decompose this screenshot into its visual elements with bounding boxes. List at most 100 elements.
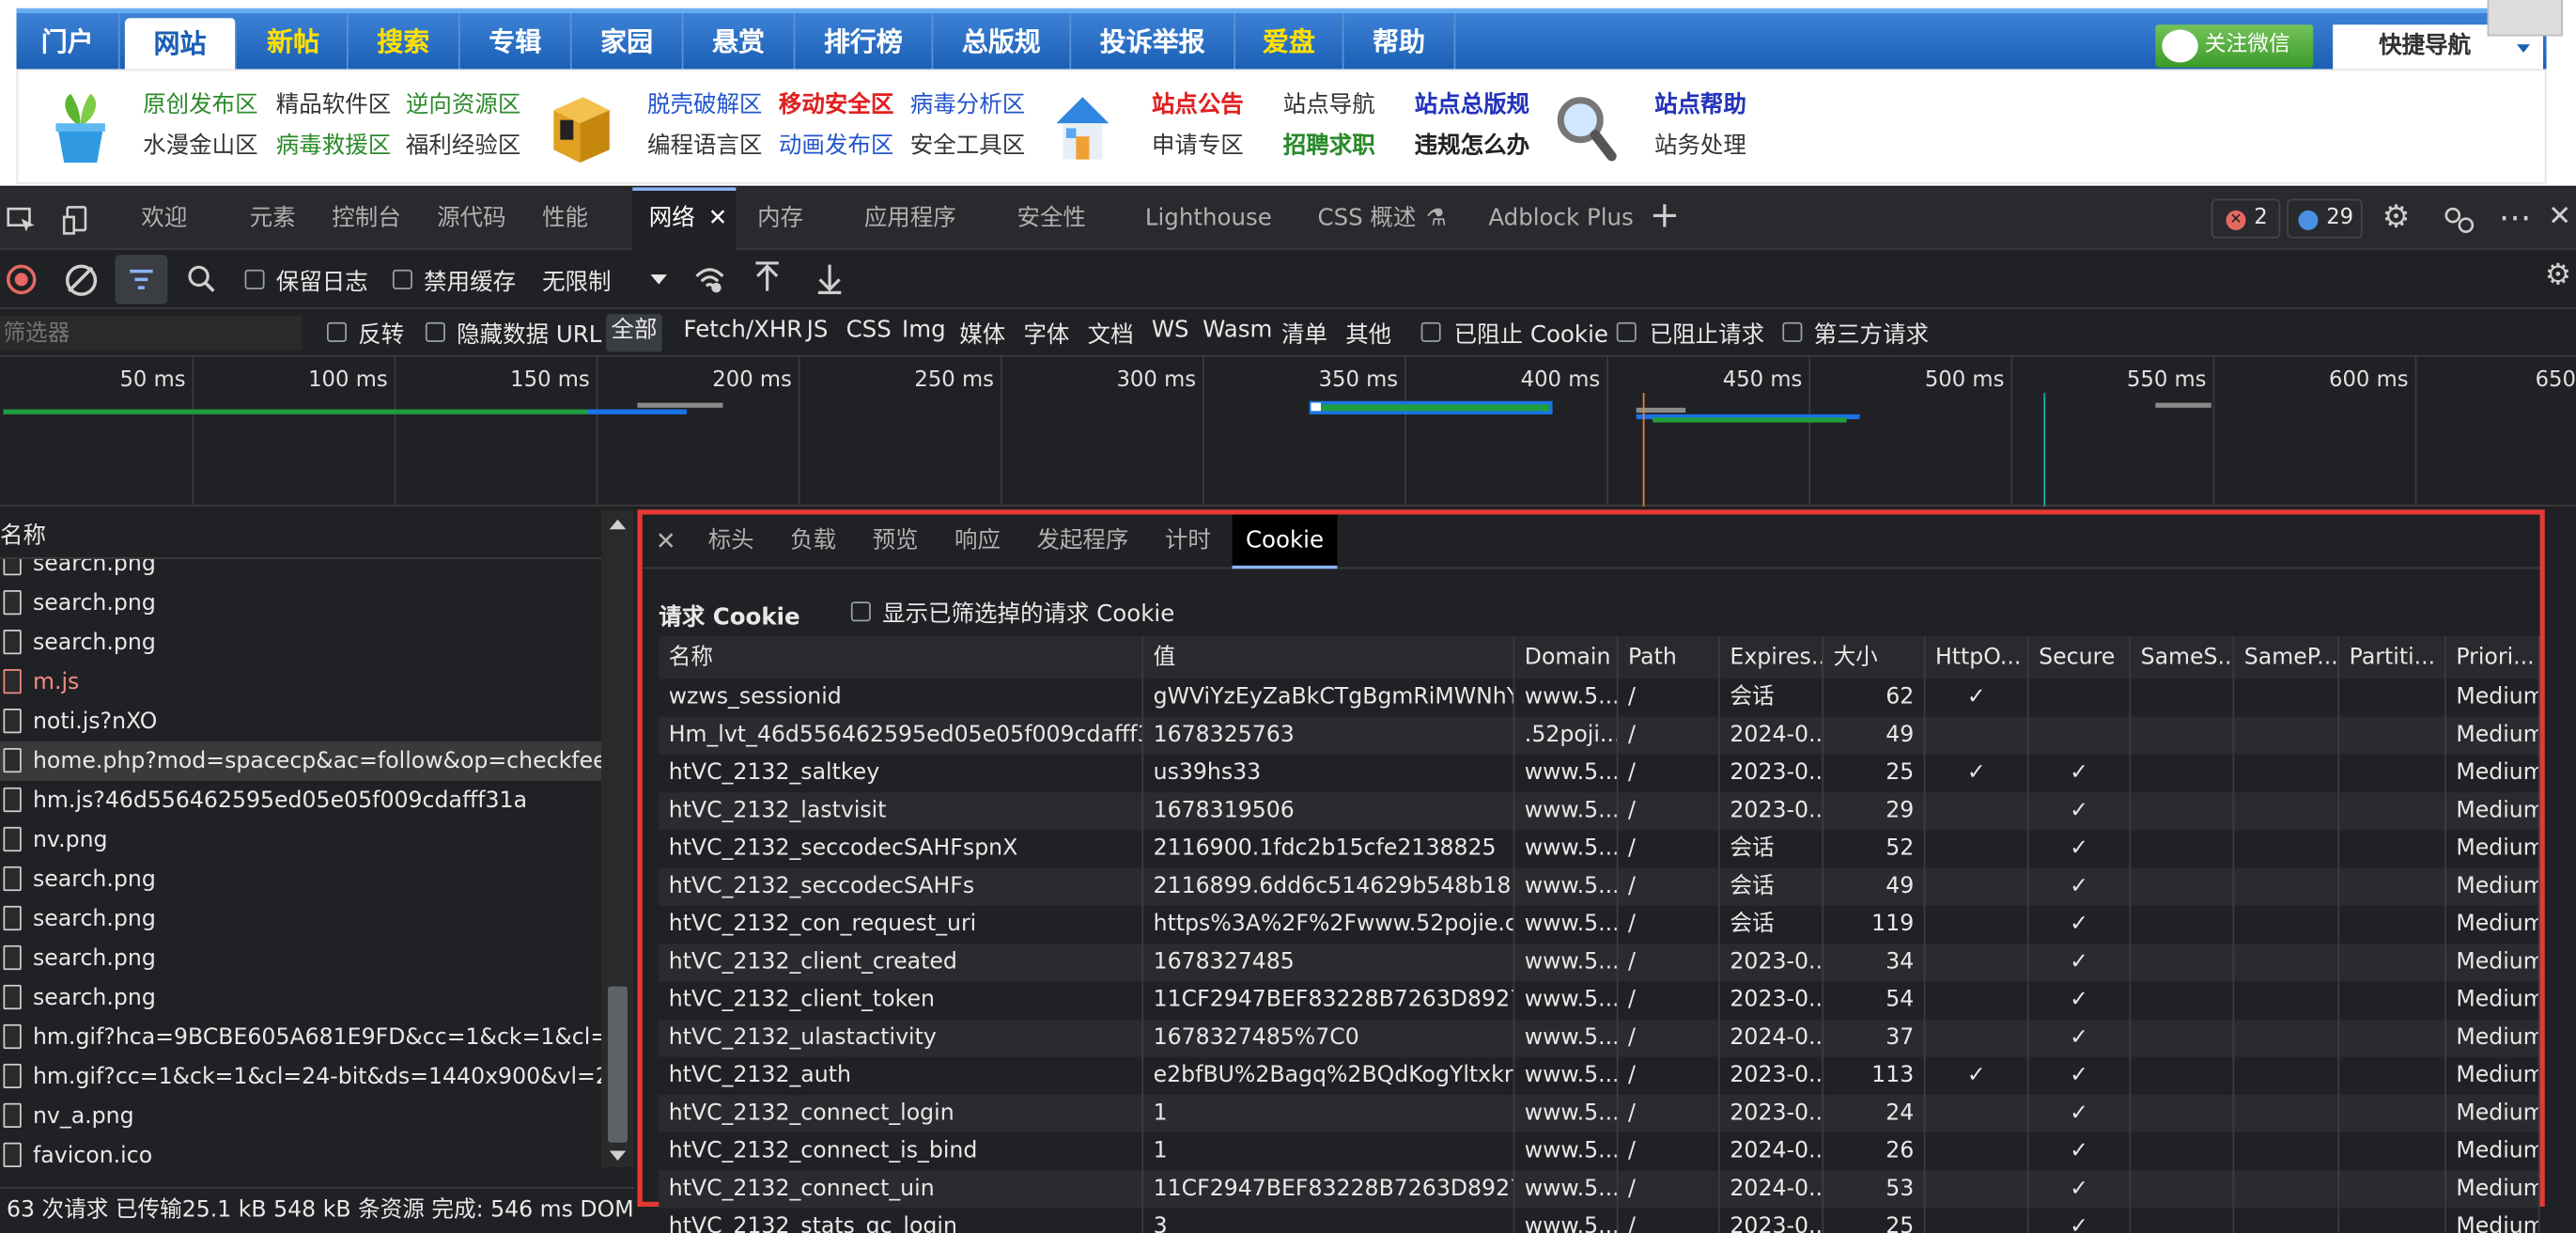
third-party-checkbox[interactable] [1782,321,1803,342]
link-apply[interactable]: 申请专区 [1152,128,1244,161]
link-welfare[interactable]: 福利经验区 [406,128,520,161]
close-devtools-icon[interactable]: ✕ [2548,200,2571,233]
scroll-down-icon[interactable] [609,1150,627,1162]
request-list-scrollbar[interactable] [601,509,635,1168]
type-filter-font[interactable]: 字体 [1023,318,1069,351]
column-header-samesite[interactable]: SameS... [2131,635,2235,679]
column-header-name[interactable]: 名称 [0,509,602,559]
nav-rules[interactable]: 总版规 [933,12,1072,74]
request-row[interactable]: nv_a.png [0,1097,601,1136]
preserve-log-checkbox[interactable] [244,269,265,289]
nav-ranking[interactable]: 排行榜 [795,12,934,74]
tab-payload[interactable]: 负载 [790,515,836,570]
close-detail-icon[interactable]: ✕ [656,515,676,570]
tab-timing[interactable]: 计时 [1165,515,1211,570]
export-har-icon[interactable] [815,261,844,294]
link-reverse[interactable]: 逆向资源区 [406,87,520,120]
tab-response[interactable]: 响应 [954,515,1001,570]
tab-initiator[interactable]: 发起程序 [1036,515,1128,570]
link-violations[interactable]: 违规怎么办 [1415,128,1529,161]
column-header-sameparty[interactable]: SameP... [2234,635,2340,679]
tab-elements[interactable]: 元素 [250,187,296,249]
clear-button[interactable] [65,264,98,296]
nav-portal[interactable]: 门户 [16,12,120,74]
tab-performance[interactable]: 性能 [542,187,588,249]
link-virus-analysis[interactable]: 病毒分析区 [910,87,1025,120]
request-row[interactable]: hm.gif?hca=9BCBE605A681E9FD&cc=1&ck=1&cl… [0,1018,601,1057]
column-header-domain[interactable]: Domain [1514,635,1619,679]
nav-bounty[interactable]: 悬赏 [683,12,796,74]
blocked-cookies-checkbox[interactable] [1420,321,1441,342]
type-filter-css[interactable]: CSS [846,318,892,344]
network-conditions-icon[interactable] [693,263,726,296]
tab-sources[interactable]: 源代码 [437,187,505,249]
link-site-affairs[interactable]: 站务处理 [1654,128,1746,161]
device-toolbar-icon[interactable] [62,206,91,235]
column-header-httponly[interactable]: HttpO... [1925,635,2029,679]
type-filter-fetch[interactable]: Fetch/XHR [683,318,802,344]
tab-preview[interactable]: 预览 [873,515,919,570]
invert-checkbox[interactable] [326,321,347,342]
request-row[interactable]: search.png [0,860,601,899]
request-row[interactable]: search.png [0,978,601,1018]
tab-console[interactable]: 控制台 [332,187,400,249]
message-counter[interactable]: 29 [2287,198,2363,239]
column-header-priority[interactable]: Priori... [2445,635,2540,679]
request-row[interactable]: search.png [0,584,601,623]
link-original[interactable]: 原创发布区 [143,87,257,120]
tab-css-overview[interactable]: CSS 概述 ⚗ [1317,187,1446,249]
tab-welcome[interactable]: 欢迎 [141,187,187,249]
column-header-name[interactable]: 名称 [659,635,1144,679]
link-virus-rescue[interactable]: 病毒救援区 [276,128,391,161]
inspect-element-icon[interactable] [7,207,36,233]
link-announcement[interactable]: 站点公告 [1152,87,1244,120]
column-header-path[interactable]: Path [1618,635,1720,679]
record-button[interactable] [6,264,37,295]
request-row[interactable]: m.js [0,663,601,702]
tab-network[interactable]: 网络 ✕ [632,187,737,250]
column-header-partition[interactable]: Partiti... [2339,635,2446,679]
tab-memory[interactable]: 内存 [757,187,803,249]
column-header-expires[interactable]: Expires... [1719,635,1824,679]
nav-report[interactable]: 投诉举报 [1071,12,1236,74]
hide-data-url-checkbox[interactable] [425,321,445,342]
link-software[interactable]: 精品软件区 [276,87,391,120]
import-har-icon[interactable] [753,261,782,294]
gear-icon[interactable]: ⚙ [2382,199,2411,235]
link-programming[interactable]: 编程语言区 [647,128,762,161]
nav-home[interactable]: 家园 [572,12,684,74]
link-security-tools[interactable]: 安全工具区 [910,128,1025,161]
request-row[interactable]: hm.js?46d556462595ed05e05f009cdafff31a [0,781,601,820]
request-row[interactable]: hm.gif?cc=1&ck=1&cl=24-bit&ds=1440x900&v… [0,1057,601,1097]
request-row[interactable]: favicon.ico [0,1136,601,1176]
close-icon[interactable]: ✕ [708,191,728,246]
scroll-up-icon[interactable] [609,519,627,530]
column-header-size[interactable]: 大小 [1823,635,1926,679]
nav-albums[interactable]: 专辑 [460,12,572,74]
network-settings-gear-icon[interactable]: ⚙ [2545,258,2571,293]
filter-toggle-button[interactable] [115,255,168,304]
column-header-secure[interactable]: Secure [2028,635,2132,679]
nav-new-posts[interactable]: 新帖 [240,12,349,74]
request-row[interactable]: nv.png [0,820,601,860]
disable-cache-checkbox[interactable] [392,269,412,289]
link-unpack[interactable]: 脱壳破解区 [647,87,762,120]
scrollbar-thumb[interactable] [608,986,628,1143]
type-filter-other[interactable]: 其他 [1345,318,1391,351]
wechat-follow-button[interactable]: 关注微信 [2155,24,2314,68]
nav-website[interactable]: 网站 [124,18,237,74]
column-header-value[interactable]: 值 [1143,635,1515,679]
user-avatar[interactable] [2487,0,2564,37]
tab-lighthouse[interactable]: Lighthouse [1145,187,1272,249]
request-row[interactable]: search.png [0,899,601,939]
link-site-nav[interactable]: 站点导航 [1283,87,1375,120]
type-filter-img[interactable]: Img [902,318,946,344]
link-site-rules[interactable]: 站点总版规 [1415,87,1529,120]
type-filter-media[interactable]: 媒体 [959,318,1005,351]
timeline-overview[interactable]: 50 ms 100 ms 150 ms 200 ms 250 ms 300 ms… [0,356,2576,507]
link-water[interactable]: 水漫金山区 [143,128,257,161]
tab-headers[interactable]: 标头 [708,515,754,570]
search-icon[interactable] [187,265,216,294]
type-filter-js[interactable]: JS [807,318,829,344]
type-filter-ws[interactable]: WS [1152,318,1189,344]
